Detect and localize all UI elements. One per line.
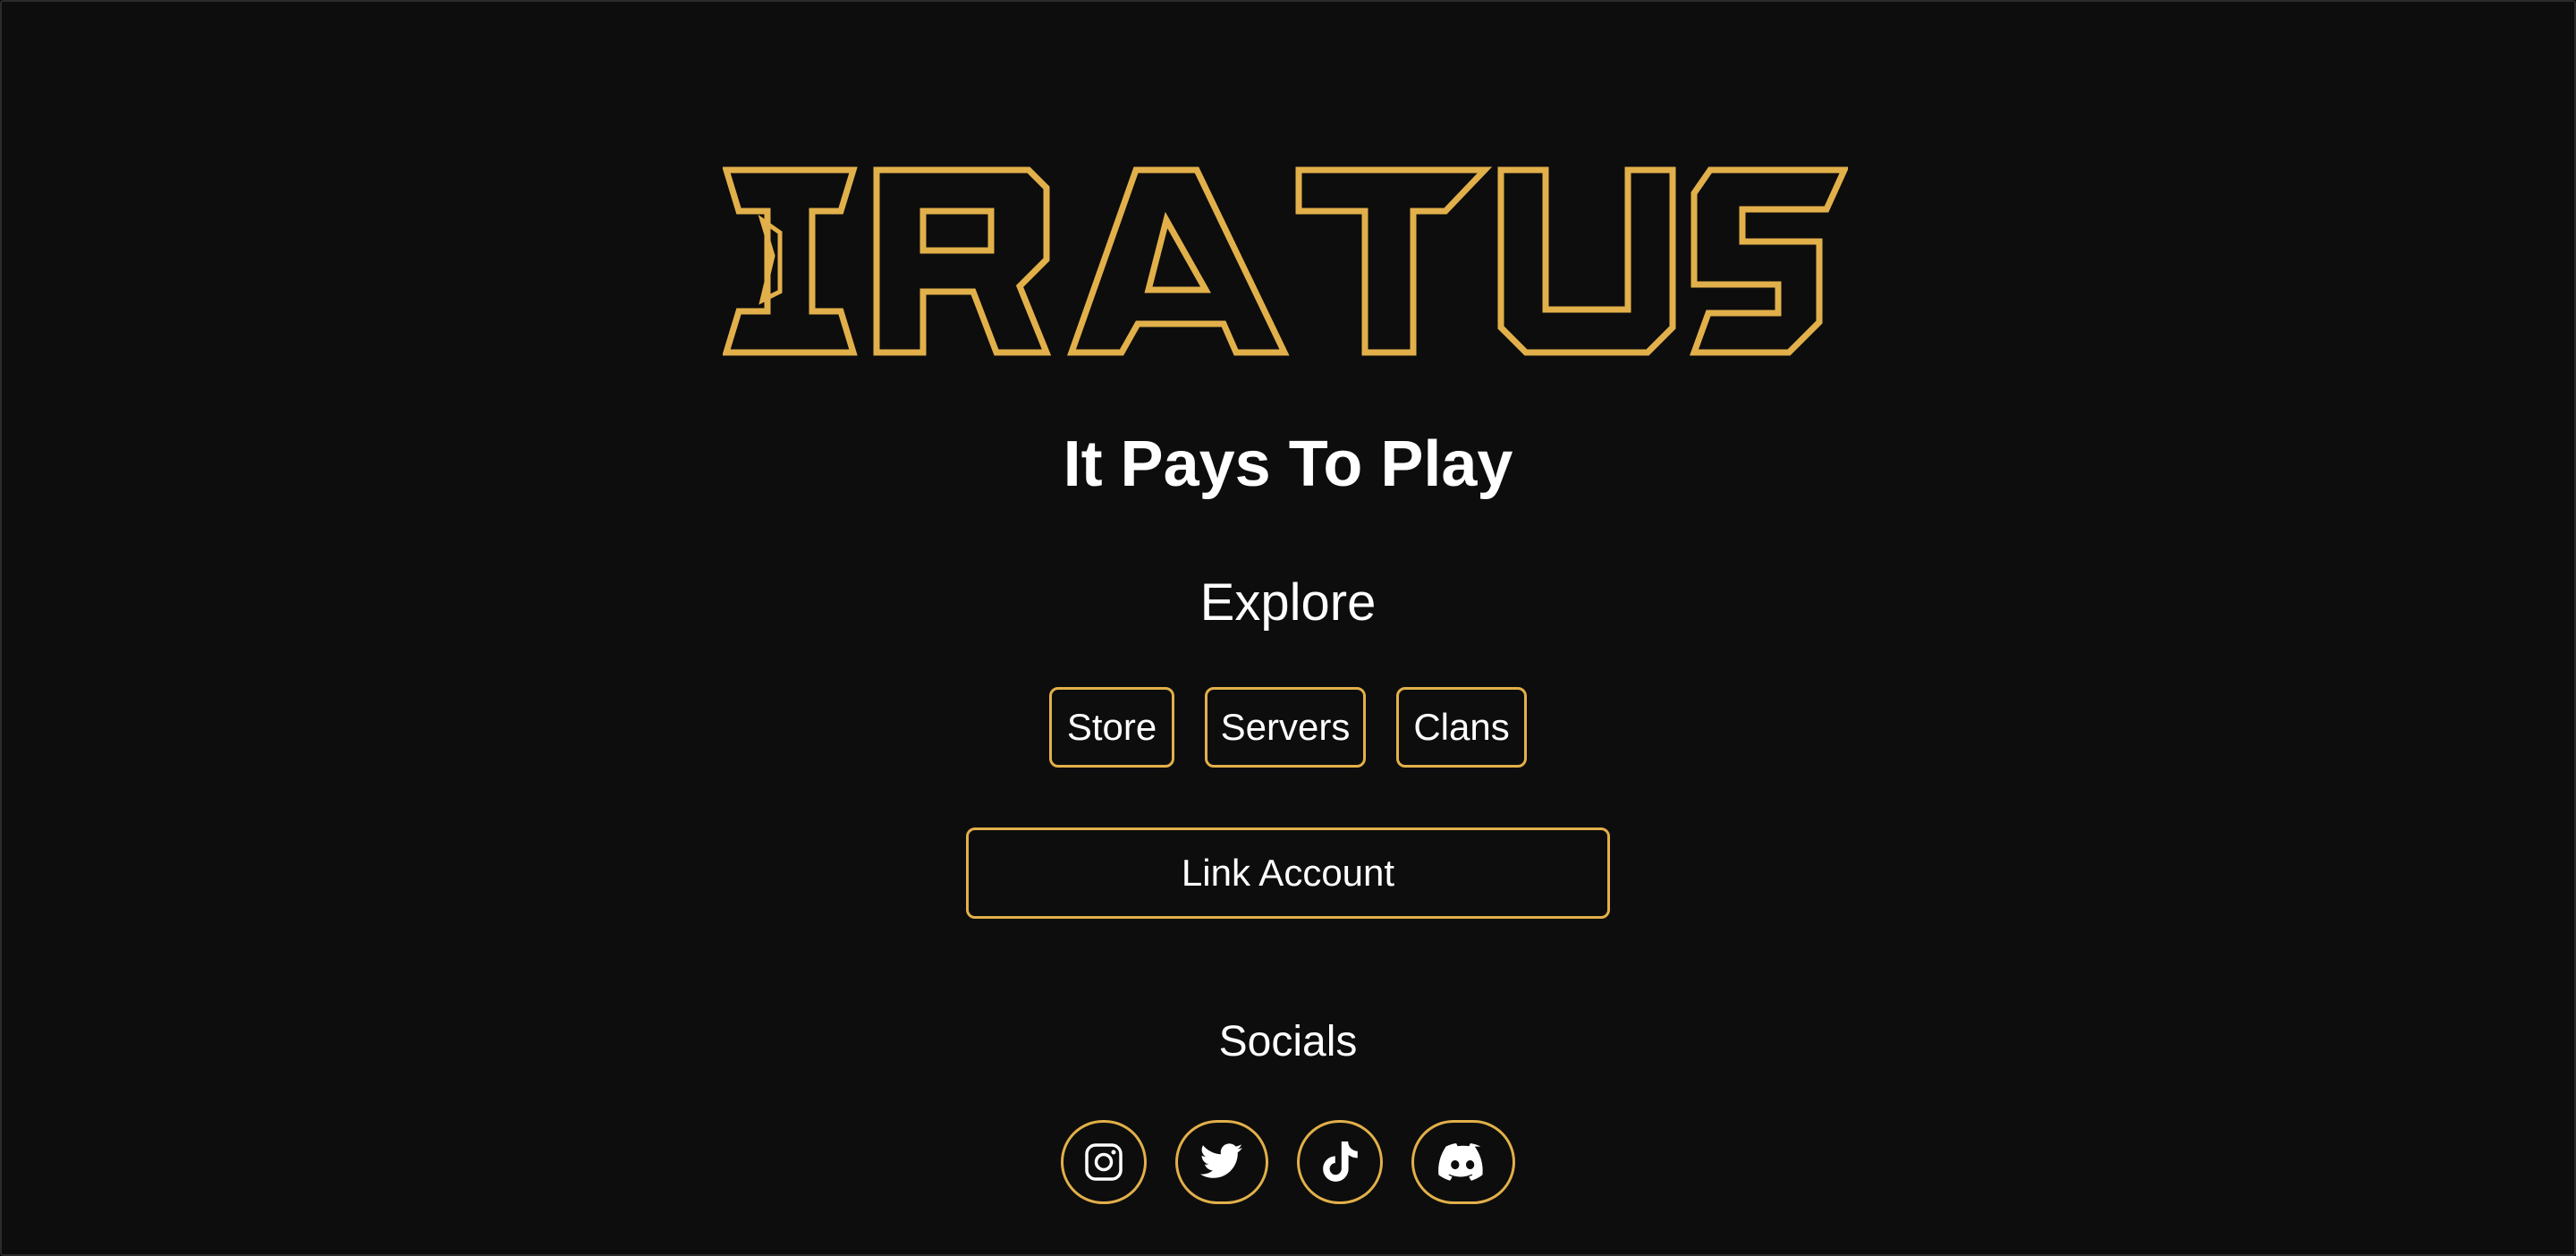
- twitter-icon: [1200, 1143, 1243, 1178]
- servers-button[interactable]: Servers: [1205, 687, 1366, 768]
- discord-icon: [1438, 1143, 1483, 1181]
- link-account-button[interactable]: Link Account: [966, 827, 1610, 919]
- socials-heading: Socials: [1218, 1018, 1358, 1065]
- tagline: It Pays To Play: [1063, 429, 1513, 500]
- twitter-button[interactable]: [1175, 1120, 1268, 1204]
- tiktok-icon: [1323, 1141, 1358, 1182]
- tiktok-button[interactable]: [1297, 1120, 1383, 1204]
- store-button[interactable]: Store: [1049, 687, 1174, 768]
- explore-nav: Store Servers Clans: [0, 687, 2576, 768]
- clans-button[interactable]: Clans: [1396, 687, 1527, 768]
- social-links: [0, 1120, 2576, 1204]
- iratus-logo: [723, 166, 1848, 356]
- instagram-button[interactable]: [1061, 1120, 1147, 1204]
- instagram-icon: [1085, 1143, 1123, 1181]
- discord-button[interactable]: [1411, 1120, 1515, 1204]
- explore-heading: Explore: [1199, 573, 1377, 632]
